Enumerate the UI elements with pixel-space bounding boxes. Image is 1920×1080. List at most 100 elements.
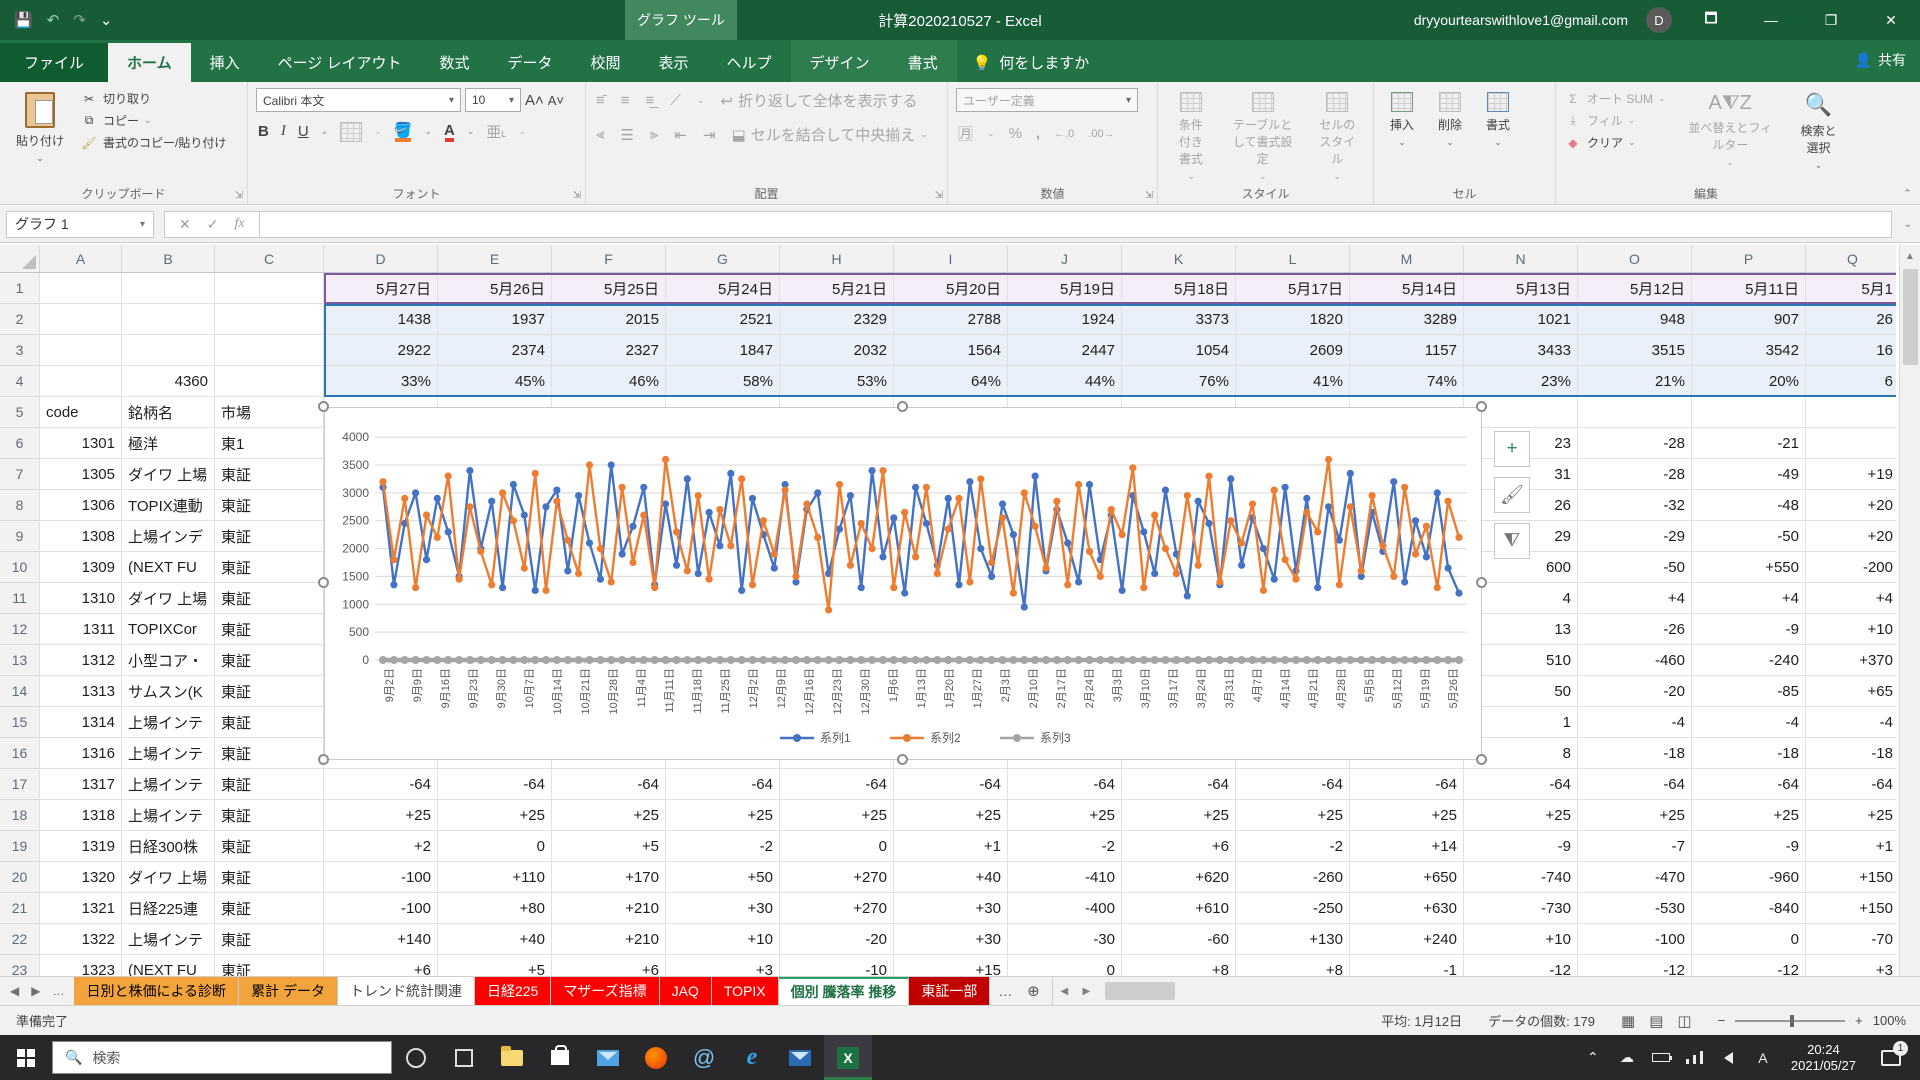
grid-cell-M1[interactable]: 5月14日 [1350, 273, 1464, 304]
grid-cell-C21[interactable]: 東証 [215, 893, 324, 924]
ribbon-tab-校閲[interactable]: 校閲 [572, 43, 640, 82]
grid-cell-C19[interactable]: 東証 [215, 831, 324, 862]
customize-qat-icon[interactable]: ⌄ [100, 11, 113, 29]
zoom-slider[interactable] [1735, 1020, 1845, 1022]
grid-cell-A7[interactable]: 1305 [40, 459, 122, 490]
grid-cell-J19[interactable]: -2 [1008, 831, 1122, 862]
grid-cell-C2[interactable] [215, 304, 324, 335]
font-color-button[interactable]: A [444, 122, 455, 142]
page-break-view-icon[interactable]: ◫ [1677, 1012, 1691, 1030]
grid-cell-G22[interactable]: +10 [666, 924, 780, 955]
grid-cell-G19[interactable]: -2 [666, 831, 780, 862]
grid-cell-O14[interactable]: -20 [1578, 676, 1692, 707]
grid-cell-C16[interactable]: 東証 [215, 738, 324, 769]
zoom-in-button[interactable]: + [1855, 1013, 1863, 1028]
grid-cell-L2[interactable]: 1820 [1236, 304, 1350, 335]
grid-cell-H21[interactable]: +270 [780, 893, 894, 924]
grid-cell-G23[interactable]: +3 [666, 955, 780, 976]
microsoft-store-icon[interactable] [536, 1035, 584, 1080]
grid-cell-A14[interactable]: 1313 [40, 676, 122, 707]
grid-cell-A10[interactable]: 1309 [40, 552, 122, 583]
grid-cell-M20[interactable]: +650 [1350, 862, 1464, 893]
grid-cell-A8[interactable]: 1306 [40, 490, 122, 521]
chart-selection-handle[interactable] [1476, 577, 1487, 588]
grid-cell-Q22[interactable]: -70 [1806, 924, 1896, 955]
grid-cell-J1[interactable]: 5月19日 [1008, 273, 1122, 304]
speaker-icon[interactable] [1713, 1035, 1745, 1080]
grid-cell-F3[interactable]: 2327 [552, 335, 666, 366]
grid-cell-E23[interactable]: +5 [438, 955, 552, 976]
grid-cell-D20[interactable]: -100 [324, 862, 438, 893]
sheet-tab-日経225[interactable]: 日経225 [475, 977, 551, 1005]
notification-center-icon[interactable]: 1 [1868, 1035, 1914, 1080]
fx-icon[interactable]: fx [234, 216, 244, 232]
decrease-font-icon[interactable]: A˅ [548, 93, 564, 108]
grid-cell-G3[interactable]: 1847 [666, 335, 780, 366]
grid-cell-E17[interactable]: -64 [438, 769, 552, 800]
avatar[interactable]: D [1646, 7, 1672, 33]
row-header-22[interactable]: 22 [0, 924, 40, 955]
grid-cell-B18[interactable]: 上場インテ [122, 800, 215, 831]
grid-cell-N21[interactable]: -730 [1464, 893, 1578, 924]
grid-cell-Q15[interactable]: -4 [1806, 707, 1896, 738]
grid-cell-E2[interactable]: 1937 [438, 304, 552, 335]
chart-elements-button[interactable]: + [1494, 431, 1530, 467]
grid-cell-I20[interactable]: +40 [894, 862, 1008, 893]
sheet-tab-JAQ[interactable]: JAQ [660, 977, 712, 1005]
file-explorer-icon[interactable] [488, 1035, 536, 1080]
clear-button[interactable]: ◆クリア⌄ [1564, 134, 1671, 151]
grid-cell-B6[interactable]: 極洋 [122, 428, 215, 459]
cortana-icon[interactable] [392, 1035, 440, 1080]
column-header-K[interactable]: K [1122, 245, 1236, 273]
grid-cell-K21[interactable]: +610 [1122, 893, 1236, 924]
grid-cell-O3[interactable]: 3515 [1578, 335, 1692, 366]
grid-cell-I18[interactable]: +25 [894, 800, 1008, 831]
find-select-button[interactable]: 🔍 検索と選択⌄ [1789, 88, 1848, 186]
grid-cell-O19[interactable]: -7 [1578, 831, 1692, 862]
grid-cell-E19[interactable]: 0 [438, 831, 552, 862]
fill-button[interactable]: ⤓フィル⌄ [1564, 112, 1671, 129]
grid-cell-P11[interactable]: +4 [1692, 583, 1806, 614]
grid-cell-J23[interactable]: 0 [1008, 955, 1122, 976]
grid-cell-B14[interactable]: サムスン(K [122, 676, 215, 707]
grid-cell-D17[interactable]: -64 [324, 769, 438, 800]
row-header-23[interactable]: 23 [0, 955, 40, 976]
grid-cell-P6[interactable]: -21 [1692, 428, 1806, 459]
formula-input[interactable] [260, 211, 1892, 238]
grid-cell-C5[interactable]: 市場 [215, 397, 324, 428]
grid-cell-F19[interactable]: +5 [552, 831, 666, 862]
column-header-A[interactable]: A [40, 245, 122, 273]
grid-cell-D1[interactable]: 5月27日 [324, 273, 438, 304]
grid-cell-N19[interactable]: -9 [1464, 831, 1578, 862]
column-header-N[interactable]: N [1464, 245, 1578, 273]
network-icon[interactable] [1679, 1035, 1711, 1080]
grid-cell-K20[interactable]: +620 [1122, 862, 1236, 893]
add-sheet-button[interactable]: ⊕ [1020, 977, 1046, 1005]
grid-cell-Q8[interactable]: +20 [1806, 490, 1896, 521]
grid-cell-O23[interactable]: -12 [1578, 955, 1692, 976]
row-header-2[interactable]: 2 [0, 304, 40, 335]
grid-cell-M19[interactable]: +14 [1350, 831, 1464, 862]
grid-cell-C17[interactable]: 東証 [215, 769, 324, 800]
grid-cell-N23[interactable]: -12 [1464, 955, 1578, 976]
grid-cell-B13[interactable]: 小型コア・ [122, 645, 215, 676]
grid-cell-Q3[interactable]: 16 [1806, 335, 1896, 366]
grid-cell-O17[interactable]: -64 [1578, 769, 1692, 800]
cut-button[interactable]: ✂切り取り [80, 90, 226, 107]
grid-cell-Q16[interactable]: -18 [1806, 738, 1896, 769]
grid-cell-A19[interactable]: 1319 [40, 831, 122, 862]
mail-icon[interactable] [584, 1035, 632, 1080]
grid-cell-G4[interactable]: 58% [666, 366, 780, 397]
grid-cell-H23[interactable]: -10 [780, 955, 894, 976]
grid-cell-H22[interactable]: -20 [780, 924, 894, 955]
row-header-3[interactable]: 3 [0, 335, 40, 366]
grid-cell-I4[interactable]: 64% [894, 366, 1008, 397]
grid-cell-K1[interactable]: 5月18日 [1122, 273, 1236, 304]
grid-cell-C4[interactable] [215, 366, 324, 397]
paste-button[interactable]: 貼り付け⌄ [8, 88, 72, 186]
grid-cell-Q23[interactable]: +3 [1806, 955, 1896, 976]
onedrive-cloud-icon[interactable]: ☁ [1611, 1035, 1643, 1080]
underline-button[interactable]: U [298, 123, 309, 140]
taskbar-search-box[interactable]: 🔍 検索 [52, 1041, 392, 1074]
row-header-16[interactable]: 16 [0, 738, 40, 769]
